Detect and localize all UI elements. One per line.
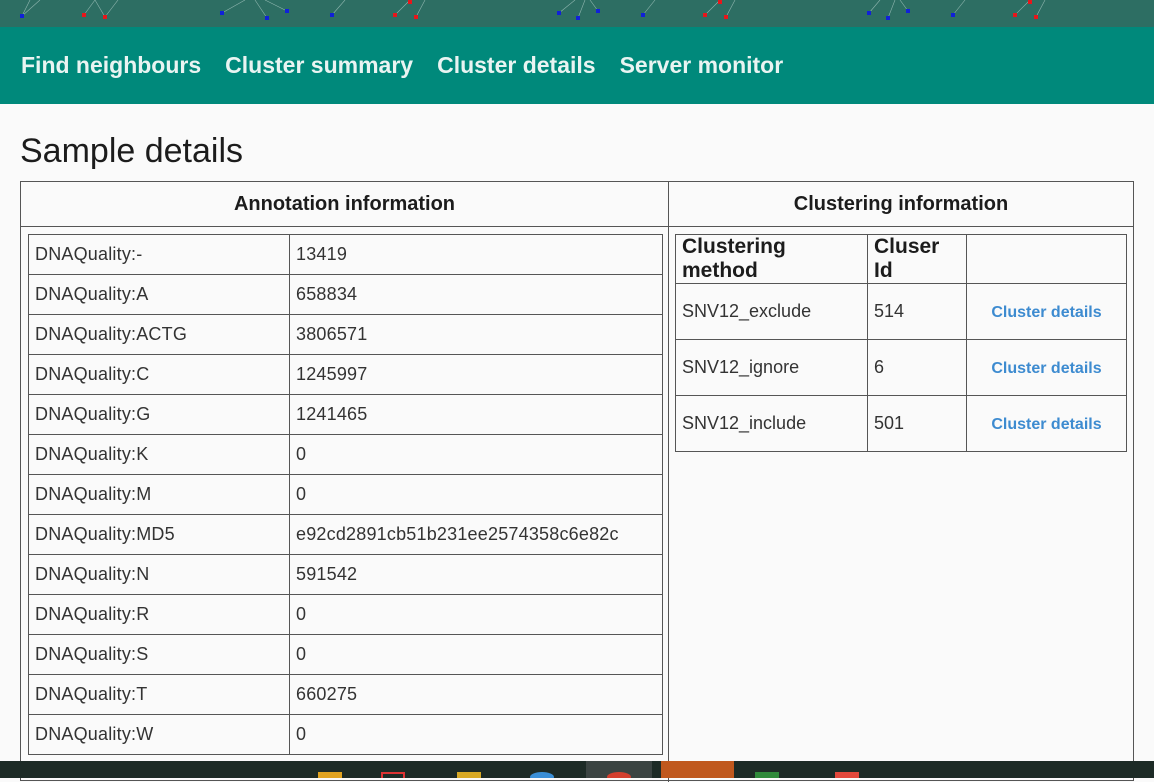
network-banner — [0, 0, 1154, 27]
cluster-id: 501 — [867, 395, 967, 452]
nav-cluster-details[interactable]: Cluster details — [437, 52, 596, 79]
column-divider — [668, 182, 669, 782]
cluster-id: 6 — [867, 339, 967, 396]
annotation-key: DNAQuality:R — [28, 594, 290, 635]
table-row: DNAQuality:G 1241465 — [28, 394, 663, 435]
network-graph-decoration — [20, 0, 1046, 20]
annotation-key: DNAQuality:W — [28, 714, 290, 755]
annotation-value: 1241465 — [289, 394, 663, 435]
annotation-value: 658834 — [289, 274, 663, 315]
clustering-method: SNV12_include — [675, 395, 868, 452]
annotation-value: 0 — [289, 474, 663, 515]
annotation-key: DNAQuality:C — [28, 354, 290, 395]
annotation-key: DNAQuality:A — [28, 274, 290, 315]
table-row: DNAQuality:R 0 — [28, 594, 663, 635]
annotation-key: DNAQuality:S — [28, 634, 290, 675]
annotation-value: 1245997 — [289, 354, 663, 395]
column-header-cluster-id: Cluser Id — [867, 234, 967, 284]
annotation-key: DNAQuality:M — [28, 474, 290, 515]
annotation-header: Annotation information — [21, 182, 668, 227]
table-row: DNAQuality:MD5 e92cd2891cb51b231ee2574358… — [28, 514, 663, 555]
table-header-row: Clustering method Cluser Id — [675, 234, 1127, 284]
cluster-id: 514 — [867, 283, 967, 340]
annotation-key: DNAQuality:MD5 — [28, 514, 290, 555]
table-row: DNAQuality:T 660275 — [28, 674, 663, 715]
table-row: DNAQuality:K 0 — [28, 434, 663, 475]
annotation-key: DNAQuality:T — [28, 674, 290, 715]
column-header-action — [966, 234, 1127, 284]
pdf-icon[interactable] — [835, 772, 859, 778]
annotation-value: e92cd2891cb51b231ee2574358c6e82c — [289, 514, 663, 555]
nav-cluster-summary[interactable]: Cluster summary — [225, 52, 413, 79]
clustering-method: SNV12_exclude — [675, 283, 868, 340]
chrome-icon[interactable] — [607, 772, 631, 778]
sample-details-table: Annotation information Clustering inform… — [20, 181, 1134, 782]
annotation-value: 0 — [289, 594, 663, 635]
table-row: DNAQuality:C 1245997 — [28, 354, 663, 395]
clustering-method: SNV12_ignore — [675, 339, 868, 396]
app-icon[interactable] — [381, 772, 405, 778]
table-row: DNAQuality:M 0 — [28, 474, 663, 515]
table-row: DNAQuality:- 13419 — [28, 234, 663, 275]
cluster-details-link[interactable]: Cluster details — [991, 304, 1101, 321]
cluster-details-link[interactable]: Cluster details — [991, 360, 1101, 377]
task-window[interactable] — [661, 761, 734, 778]
table-row: DNAQuality:W 0 — [28, 714, 663, 755]
table-row: DNAQuality:S 0 — [28, 634, 663, 675]
page-title: Sample details — [20, 132, 244, 170]
annotation-key: DNAQuality:N — [28, 554, 290, 595]
table-row: SNV12_ignore 6 Cluster details — [675, 339, 1127, 396]
table-row: DNAQuality:ACTG 3806571 — [28, 314, 663, 355]
annotation-value: 0 — [289, 634, 663, 675]
annotation-value: 0 — [289, 434, 663, 475]
taskbar — [0, 761, 1154, 778]
annotation-value: 660275 — [289, 674, 663, 715]
clustering-header: Clustering information — [669, 182, 1133, 227]
annotation-value: 13419 — [289, 234, 663, 275]
folder-icon[interactable] — [318, 772, 342, 778]
annotation-key: DNAQuality:ACTG — [28, 314, 290, 355]
nav-find-neighbours[interactable]: Find neighbours — [21, 52, 201, 79]
browser-icon[interactable] — [530, 772, 554, 778]
spreadsheet-icon[interactable] — [755, 772, 779, 778]
annotation-value: 591542 — [289, 554, 663, 595]
cluster-details-link[interactable]: Cluster details — [991, 416, 1101, 433]
annotation-key: DNAQuality:- — [28, 234, 290, 275]
table-row: SNV12_include 501 Cluster details — [675, 395, 1127, 452]
column-header-method: Clustering method — [675, 234, 868, 284]
annotation-key: DNAQuality:G — [28, 394, 290, 435]
table-row: SNV12_exclude 514 Cluster details — [675, 283, 1127, 340]
table-row: DNAQuality:A 658834 — [28, 274, 663, 315]
files-icon[interactable] — [457, 772, 481, 778]
table-row: DNAQuality:N 591542 — [28, 554, 663, 595]
annotation-key: DNAQuality:K — [28, 434, 290, 475]
annotation-value: 0 — [289, 714, 663, 755]
annotation-value: 3806571 — [289, 314, 663, 355]
clustering-table: Clustering method Cluser Id SNV12_exclud… — [675, 234, 1127, 452]
nav-server-monitor[interactable]: Server monitor — [620, 52, 784, 79]
annotation-table: DNAQuality:- 13419 DNAQuality:A 658834 DNA… — [28, 234, 663, 755]
main-nav: Find neighbours Cluster summary Cluster … — [0, 27, 1154, 104]
